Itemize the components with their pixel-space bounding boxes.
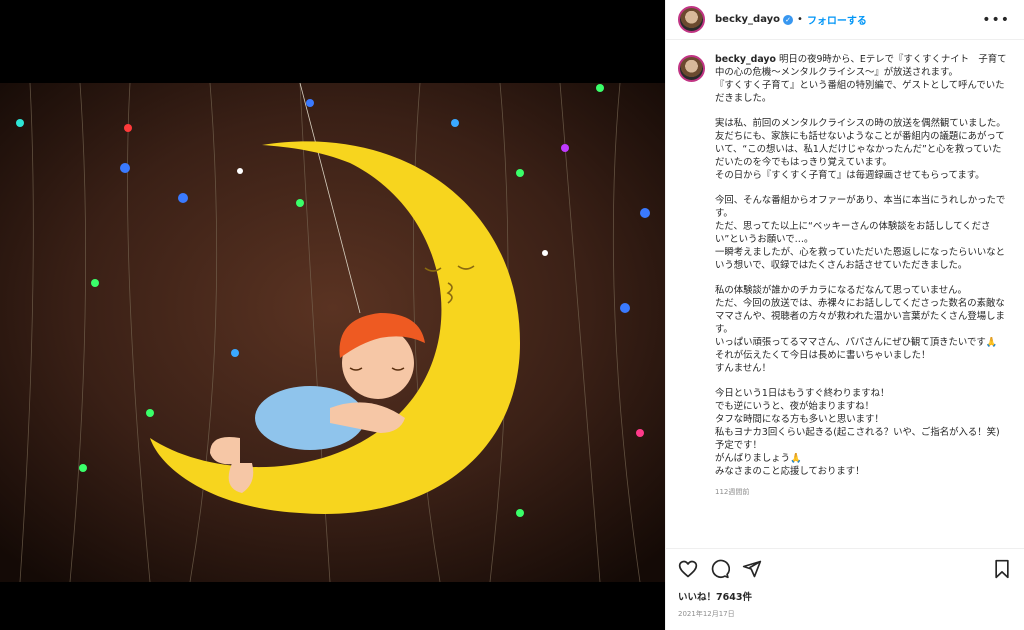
post-date: 2021年12月17日 [678, 610, 735, 618]
caption-paragraph-gap [715, 272, 1010, 284]
post-media-pane [0, 0, 665, 630]
caption-line: すんません！ [715, 363, 771, 374]
caption-line: ただ、今回の放送では、赤裸々にお話ししてくださった数名の素敵なママさんや、視聴者… [715, 298, 1005, 335]
moon-illustration [0, 83, 665, 582]
action-row [678, 557, 1012, 581]
caption-line: 一瞬考えましたが、心を救っていただいた恩返しになったらいいなという想いで、収録で… [715, 247, 1005, 271]
caption-line: becky_dayo 明日の夜9時から、Eテレで『すくすくナイト 子育て中の心の… [715, 54, 1007, 78]
caption-line: 私もヨナカ3回くらい起きる(起こされる？いや、ご指名が入る！笑) [715, 427, 1000, 438]
caption-line: 私の体験談が誰かのチカラになるだなんて思っていません。 [715, 285, 967, 296]
caption-paragraph-gap [715, 182, 1010, 194]
caption-line: 実は私、前回のメンタルクライシスの時の放送を偶然観ていました。 [715, 118, 1006, 129]
caption-line: 今回、そんな番組からオファーがあり、本当に本当にうれしかったです。 [715, 195, 1006, 219]
separator-dot: • [797, 14, 803, 25]
caption-line: 『すくすく子育て』という番組の特別編で、ゲストとして呼んでいただきました。 [715, 80, 1005, 104]
share-icon[interactable] [742, 559, 762, 579]
caption-line: でも逆にいうと、夜が始まりますね！ [715, 401, 875, 412]
caption-line: それが伝えたくて今日は長めに書いちゃいました！ [715, 350, 931, 361]
verified-badge-icon: ✓ [783, 14, 794, 25]
caption-line: 友だちにも、家族にも話せないようなことが番組内の議題にあがっていて、“この想いは… [715, 131, 1005, 168]
comment-icon[interactable] [710, 559, 730, 579]
heart-icon[interactable] [678, 559, 698, 579]
caption-paragraph-gap [715, 375, 1010, 387]
caption-line: がんばりましょう🙏 [715, 453, 802, 464]
caption-row: becky_dayo 明日の夜9時から、Eテレで『すくすくナイト 子育て中の心の… [678, 53, 1010, 499]
caption-lines: becky_dayo 明日の夜9時から、Eテレで『すくすくナイト 子育て中の心の… [715, 53, 1010, 478]
author-avatar[interactable] [678, 6, 705, 33]
likes-count[interactable]: いいね！7643件 [678, 589, 1012, 603]
post-side-panel: becky_dayo ✓ • フォローする ••• becky_dayo 明日の… [665, 0, 1024, 630]
caption-text: becky_dayo 明日の夜9時から、Eテレで『すくすくナイト 子育て中の心の… [715, 53, 1010, 499]
post-actions: いいね！7643件 2021年12月17日 [666, 548, 1024, 630]
more-options-icon[interactable]: ••• [982, 12, 1010, 28]
caption-paragraph-gap [715, 105, 1010, 117]
caption-username[interactable]: becky_dayo [715, 54, 776, 65]
caption-line: いっぱい頑張ってるママさん、パパさんにぜひ観て頂きたいです🙏 [715, 337, 998, 348]
post-photo[interactable] [0, 83, 665, 582]
caption-line: タフな時間になる方も多いと思います！ [715, 414, 884, 425]
caption-line: ただ、思ってた以上に“ベッキーさんの体験談をお話ししてください”というお願いで…… [715, 221, 991, 245]
caption-line: 今日という1日はもうすぐ終わりますね！ [715, 388, 890, 399]
caption-line: みなさまのこと応援しております！ [715, 466, 865, 477]
caption-area: becky_dayo 明日の夜9時から、Eテレで『すくすくナイト 子育て中の心の… [666, 41, 1024, 546]
caption-line: 予定です！ [715, 440, 762, 451]
caption-timestamp: 112週間前 [715, 488, 750, 496]
author-username[interactable]: becky_dayo [715, 14, 780, 25]
bookmark-icon[interactable] [992, 559, 1012, 579]
post-header: becky_dayo ✓ • フォローする ••• [666, 0, 1024, 40]
caption-line: その日から『すくすく子育て』は毎週録画させてもらってます。 [715, 170, 985, 181]
follow-button[interactable]: フォローする [807, 12, 867, 27]
caption-avatar[interactable] [678, 55, 705, 82]
